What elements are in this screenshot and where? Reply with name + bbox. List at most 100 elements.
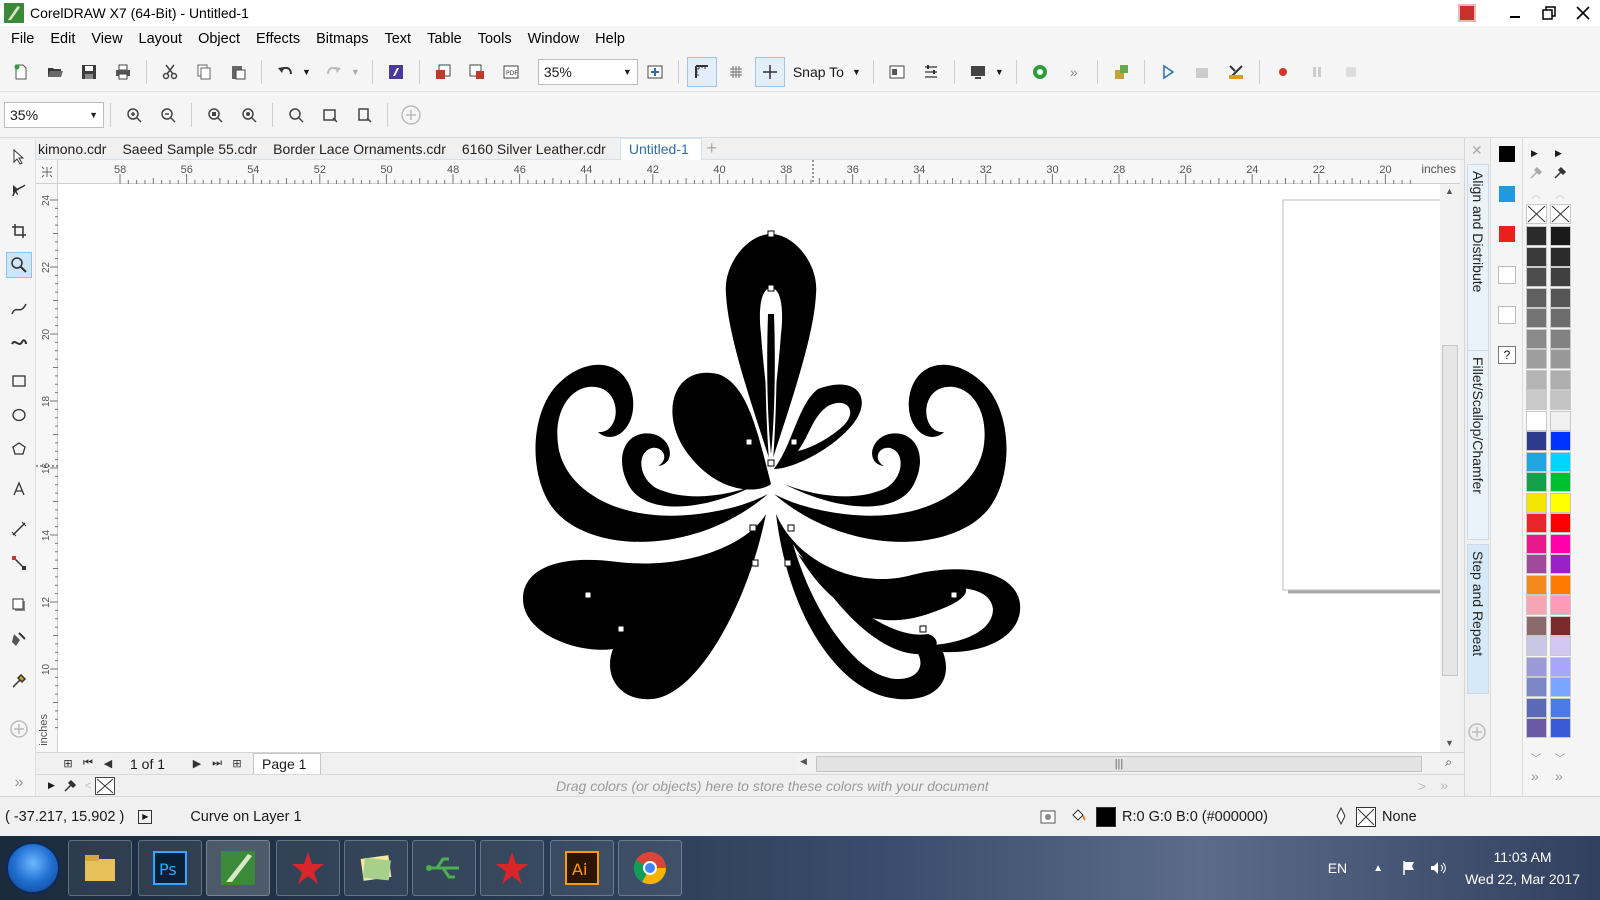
palette-swatch[interactable]: [1526, 308, 1547, 328]
corel-connect-button[interactable]: [1025, 57, 1055, 87]
open-button[interactable]: [40, 57, 70, 87]
menu-effects[interactable]: Effects: [248, 31, 308, 47]
vertical-ruler[interactable]: 24 22 20 18 16 14 12 10 inches: [36, 184, 58, 752]
close-button[interactable]: [1566, 0, 1600, 26]
palette-swatch[interactable]: [1526, 595, 1547, 615]
taskbar-notes-app[interactable]: [344, 840, 408, 896]
palette-swatch[interactable]: [1550, 451, 1571, 472]
welcome-screen-button[interactable]: [882, 57, 912, 87]
horizontal-scroll-thumb[interactable]: |||: [816, 756, 1422, 772]
palette-swatch[interactable]: [1526, 677, 1547, 697]
palette-swatch[interactable]: [1526, 533, 1547, 554]
document-palette[interactable]: ▶ < Drag colors (or objects) here to sto…: [36, 774, 1464, 796]
palette-scroll-down-icon-2[interactable]: ﹀: [1555, 750, 1565, 765]
palette-swatch[interactable]: [1526, 574, 1547, 595]
taskbar-file-explorer[interactable]: [68, 840, 132, 896]
palette-swatch[interactable]: [1526, 431, 1547, 451]
paste-button[interactable]: [223, 57, 253, 87]
palette-scroll-right-icon[interactable]: >: [1418, 778, 1426, 794]
taskbar-red-app-2[interactable]: [480, 840, 544, 896]
palette-swatch[interactable]: [1526, 328, 1547, 349]
application-launcher-button[interactable]: [963, 57, 993, 87]
add-tool-icon[interactable]: [6, 716, 32, 742]
palette-swatch[interactable]: [1526, 226, 1547, 246]
palette-swatch[interactable]: [1550, 308, 1571, 328]
color-proof-icon[interactable]: [1040, 810, 1056, 824]
full-screen-preview-button[interactable]: [640, 57, 670, 87]
more-tools-icon[interactable]: »: [1059, 57, 1089, 87]
menu-object[interactable]: Object: [190, 31, 248, 47]
tab-untitled-1[interactable]: Untitled-1: [619, 137, 702, 160]
palette-swatch[interactable]: [1550, 574, 1571, 595]
palette-swatch[interactable]: [1550, 656, 1571, 677]
zoom-in-button[interactable]: [119, 100, 149, 130]
new-document-button[interactable]: [6, 57, 36, 87]
zoom-out-button[interactable]: [153, 100, 183, 130]
palette-swatch[interactable]: [1550, 267, 1571, 287]
palette-swatch[interactable]: [1550, 615, 1571, 636]
palette-swatch[interactable]: [1550, 431, 1571, 451]
restore-button[interactable]: [1532, 0, 1566, 26]
debug-macro-button[interactable]: [1221, 57, 1251, 87]
palette-swatch[interactable]: [1550, 472, 1571, 492]
print-button[interactable]: [108, 57, 138, 87]
menu-layout[interactable]: Layout: [131, 31, 191, 47]
palette-swatch[interactable]: [1550, 513, 1571, 533]
add-page-before-icon[interactable]: ⊞: [58, 757, 78, 770]
docker-fillet-scallop[interactable]: Fillet/Scallop/Chamfer: [1467, 350, 1489, 540]
palette-swatch[interactable]: [1550, 369, 1571, 390]
export-button[interactable]: [462, 57, 492, 87]
start-button[interactable]: [6, 842, 60, 894]
palette-eyedropper-icon[interactable]: [63, 779, 77, 793]
palette-scroll-down-icon[interactable]: ﹀: [1531, 750, 1541, 765]
palette-swatch[interactable]: [1550, 697, 1571, 718]
palette-scroll-up-icon-2[interactable]: ︿: [1555, 186, 1565, 201]
copy-button[interactable]: [189, 57, 219, 87]
scroll-up-icon[interactable]: ▲: [1445, 186, 1454, 196]
status-play-icon[interactable]: ▶: [138, 809, 153, 824]
taskbar-usb-app[interactable]: [412, 840, 476, 896]
palette-eyedropper-icon-1[interactable]: [1529, 166, 1543, 180]
crop-tool-icon[interactable]: [6, 218, 32, 244]
zoom-page-height-button[interactable]: [349, 100, 379, 130]
parallel-dimension-tool-icon[interactable]: [6, 516, 32, 542]
transparency-tool-icon[interactable]: [6, 626, 32, 652]
show-hidden-icons-icon[interactable]: ▲: [1373, 863, 1383, 874]
palette-swatch[interactable]: [1526, 451, 1547, 472]
redo-button[interactable]: [319, 57, 349, 87]
palette-swatch[interactable]: [1526, 718, 1547, 738]
run-macro-button[interactable]: [1153, 57, 1183, 87]
menu-file[interactable]: File: [3, 31, 42, 47]
palette-flyout-icon-2[interactable]: ▶: [1555, 148, 1562, 159]
zoom-page-button[interactable]: [281, 100, 311, 130]
color-harmony-icon[interactable]: [1498, 266, 1516, 284]
import-button[interactable]: [428, 57, 458, 87]
color-style-icon[interactable]: [1498, 306, 1516, 324]
artistic-media-tool-icon[interactable]: [6, 330, 32, 356]
taskbar-chrome[interactable]: [618, 840, 682, 896]
tab-kimono[interactable]: kimono.cdr: [36, 138, 120, 160]
stop-macro-button[interactable]: [1336, 57, 1366, 87]
add-page-after-icon[interactable]: ⊞: [227, 757, 247, 770]
show-guidelines-button[interactable]: [754, 56, 785, 87]
language-indicator[interactable]: EN: [1328, 860, 1347, 876]
rectangle-tool-icon[interactable]: [6, 368, 32, 394]
palette-flyout-icon[interactable]: ▶: [1531, 148, 1538, 159]
palette-swatch[interactable]: [1526, 267, 1547, 287]
palette-swatch[interactable]: [1550, 246, 1571, 267]
scroll-down-icon[interactable]: ▼: [1445, 738, 1454, 748]
save-button[interactable]: [74, 57, 104, 87]
palette-swatch[interactable]: [1550, 349, 1571, 369]
cut-button[interactable]: [155, 57, 185, 87]
taskbar-red-app[interactable]: [276, 840, 340, 896]
add-property-icon[interactable]: [396, 100, 426, 130]
next-page-icon[interactable]: ▶: [187, 757, 207, 770]
palette-swatch[interactable]: [1550, 677, 1571, 697]
palette-swatch[interactable]: [1550, 390, 1571, 410]
redo-dropdown-icon[interactable]: ▼: [351, 67, 360, 77]
palette-expand-icon[interactable]: ▶: [48, 780, 55, 791]
menu-text[interactable]: Text: [376, 31, 419, 47]
ruler-origin[interactable]: [36, 160, 58, 184]
options-button[interactable]: [916, 57, 946, 87]
property-zoom-combo[interactable]: 35% ▼: [4, 101, 104, 128]
